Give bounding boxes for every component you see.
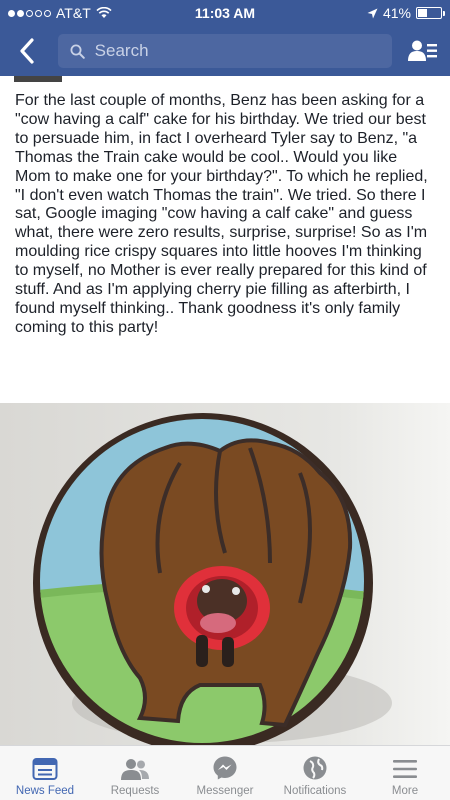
tab-label: More [391,785,419,797]
previous-photo-edge [0,76,450,84]
friend-requests-icon [121,759,149,780]
tab-label: Notifications [283,785,347,797]
tab-label: Messenger [196,785,254,797]
hamburger-icon [393,760,417,778]
tab-news-feed[interactable]: News Feed [0,757,90,797]
bottom-tab-bar: News Feed Requests Messenger Notificatio… [0,745,450,800]
tab-label: News Feed [15,785,75,797]
carrier-signal: AT&T [8,5,112,21]
wifi-icon [96,7,112,18]
carrier-name: AT&T [56,5,91,21]
previous-photo-thumbnail [14,76,62,82]
tab-messenger[interactable]: Messenger [180,755,270,797]
search-field[interactable]: Search [57,34,393,68]
tab-notifications[interactable]: Notifications [270,755,360,797]
location-arrow-icon [367,8,378,18]
battery-icon [416,7,445,19]
top-nav-bar: Search [0,26,450,76]
signal-strength-icon [8,9,51,17]
globe-icon [303,756,327,780]
search-placeholder: Search [94,41,149,60]
tab-label: Requests [110,785,160,797]
battery-fill [418,9,428,17]
battery-status: 41% [367,5,445,21]
news-feed-icon [32,758,58,780]
tab-requests[interactable]: Requests [90,757,180,797]
cake-photo[interactable] [0,403,450,745]
post-text: For the last couple of months, Benz has … [15,92,428,336]
battery-percent: 41% [382,5,411,21]
status-bar: AT&T 11:03 AM 41% [0,0,450,26]
messenger-icon [213,756,237,780]
search-icon [70,44,85,59]
friends-list-icon [408,40,438,61]
chevron-left-icon [20,38,34,64]
friends-list-button[interactable] [406,31,440,71]
back-button[interactable] [10,31,44,71]
tab-more[interactable]: More [360,757,450,797]
